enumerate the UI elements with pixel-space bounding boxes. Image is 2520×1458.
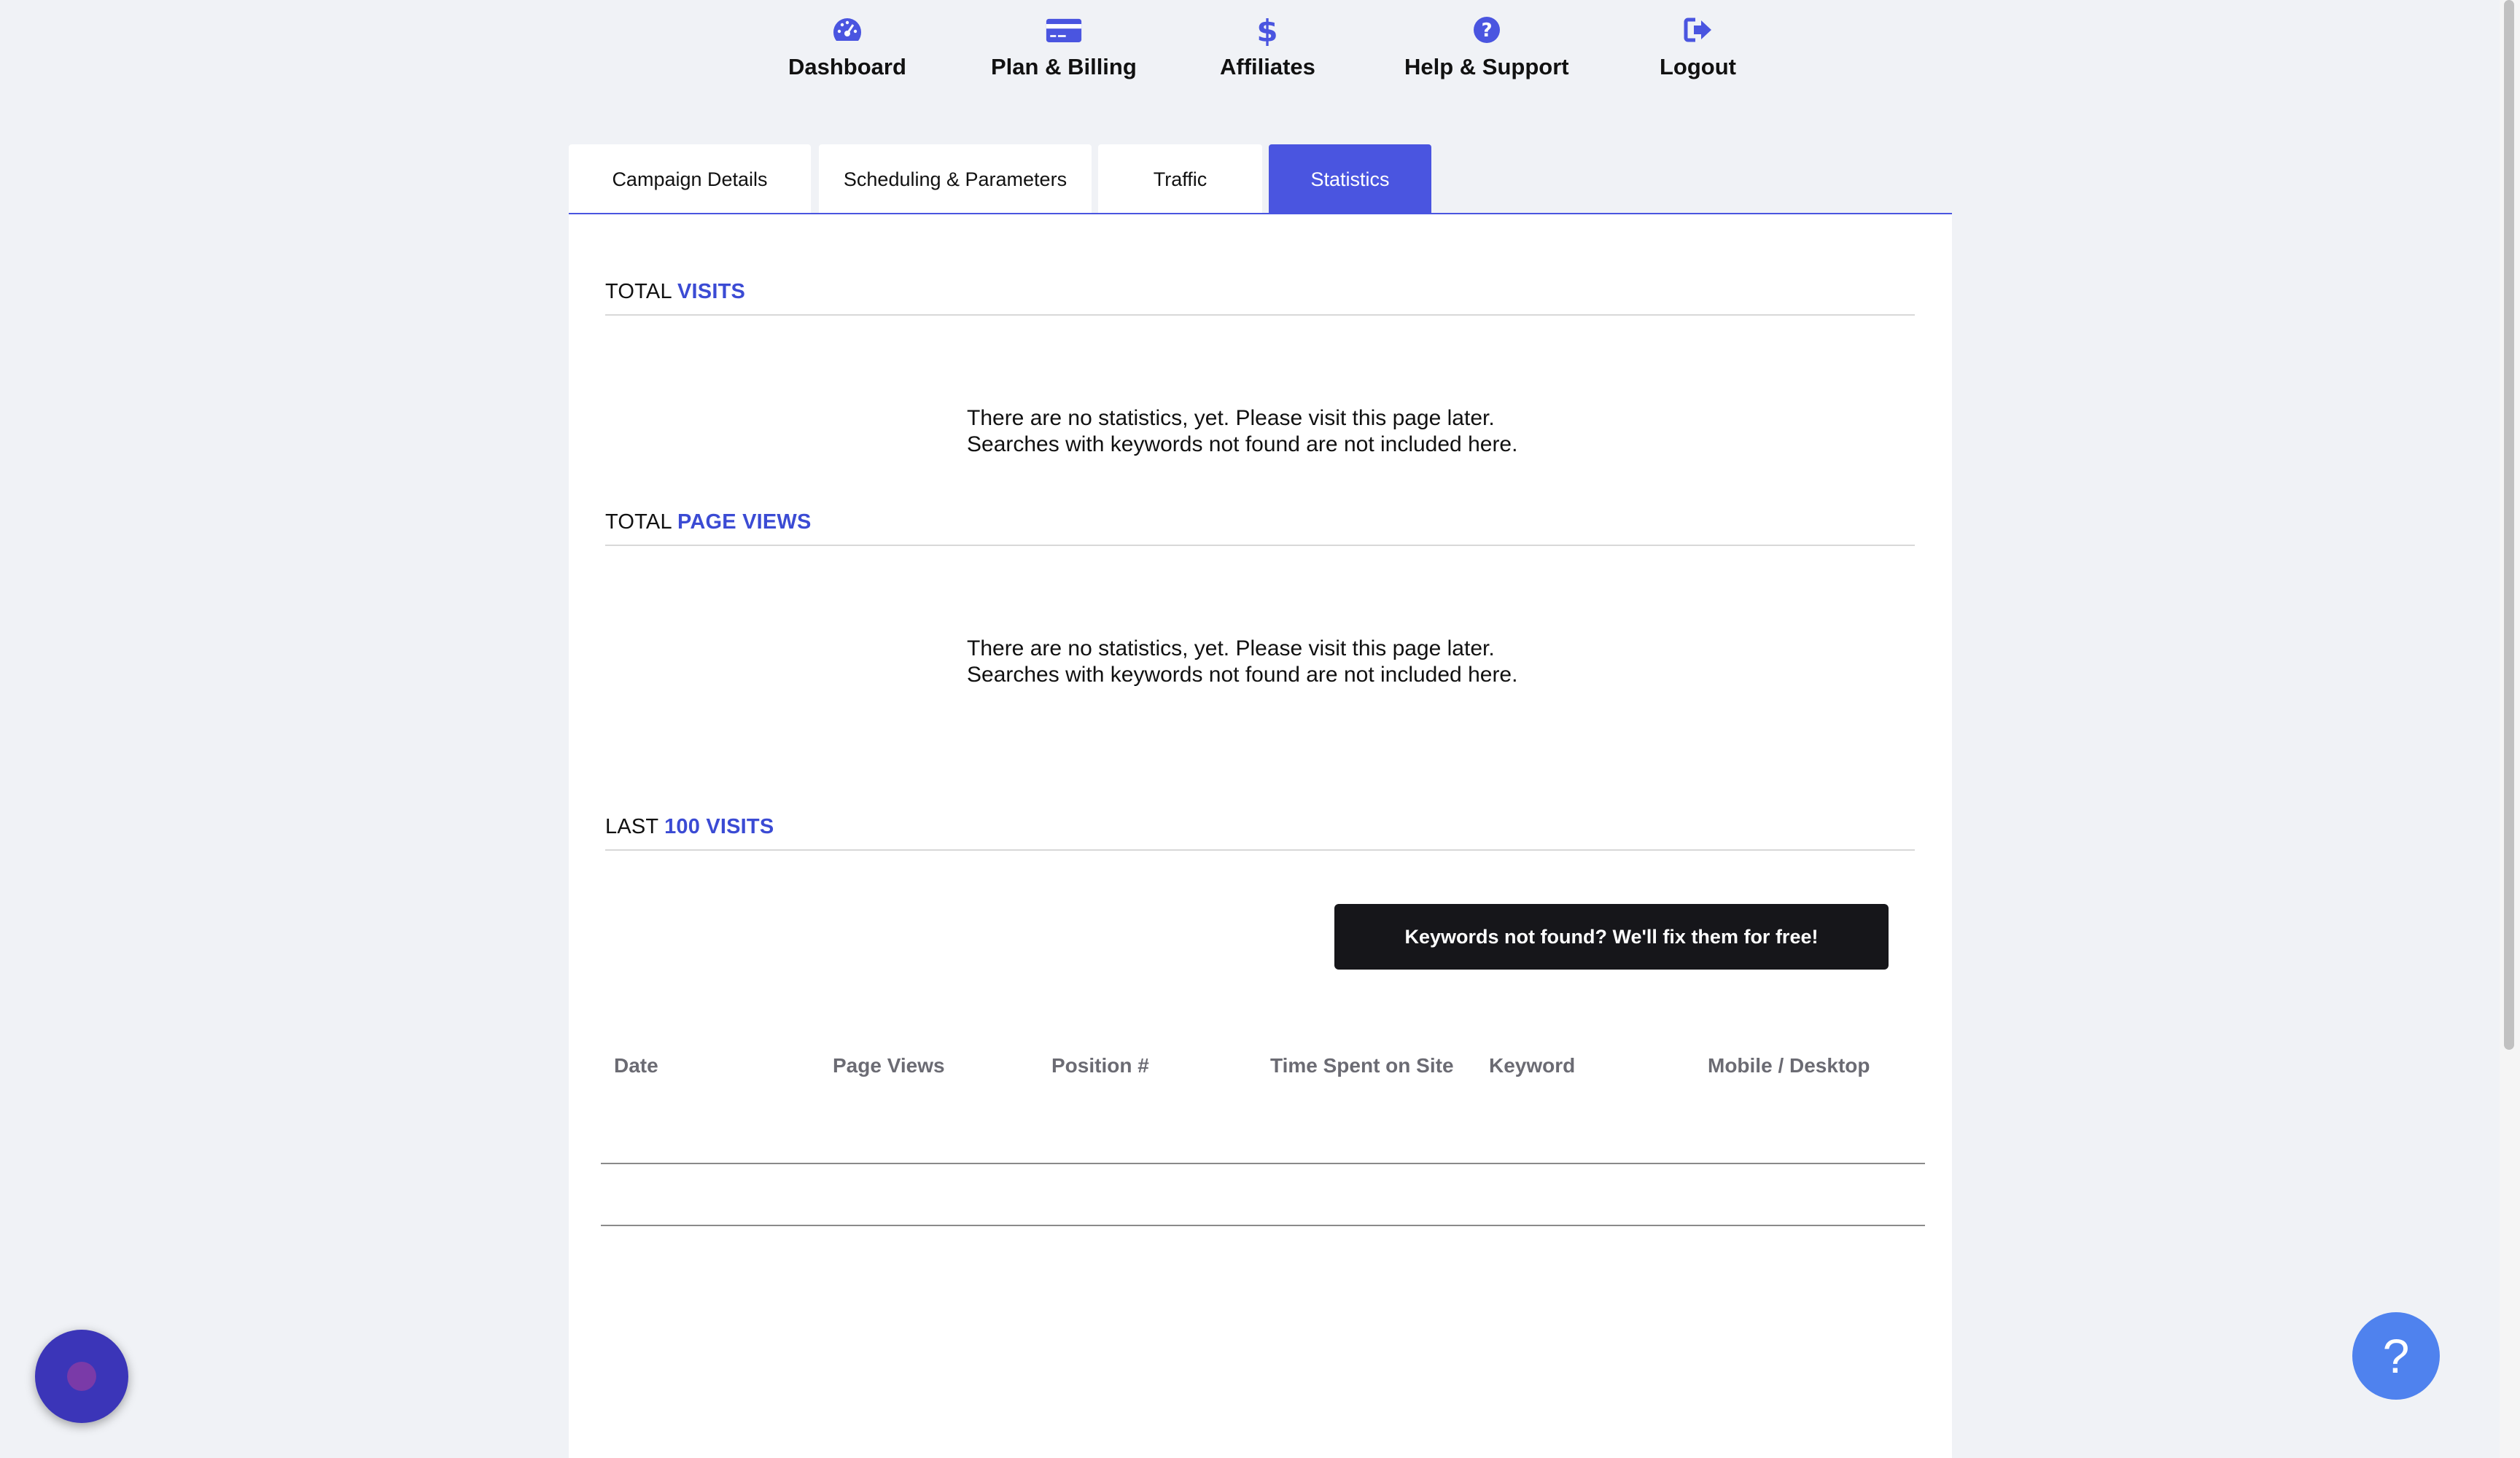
svg-text:?: ? [1481, 20, 1492, 42]
tab-campaign-details[interactable]: Campaign Details [569, 144, 811, 214]
total-page-views-title: TOTAL PAGE VIEWS [605, 510, 812, 534]
empty-message-line-1: There are no statistics, yet. Please vis… [967, 636, 1495, 660]
last-visits-prefix: LAST [605, 815, 658, 838]
nav-logout[interactable]: Logout [1660, 12, 1736, 80]
nav-plan-billing-label: Plan & Billing [991, 54, 1137, 79]
last-visits-accent: 100 VISITS [664, 815, 774, 838]
chat-launcher-icon [67, 1362, 96, 1391]
total-page-views-prefix: TOTAL [605, 510, 672, 534]
chat-launcher-button[interactable] [35, 1330, 128, 1423]
total-visits-prefix: TOTAL [605, 280, 672, 303]
empty-message-line-2: Searches with keywords not found are not… [967, 663, 1518, 687]
question-circle-icon: ? [1469, 12, 1505, 48]
empty-message-line-1: There are no statistics, yet. Please vis… [967, 406, 1495, 430]
table-row-divider [601, 1225, 1925, 1226]
nav-logout-label: Logout [1660, 54, 1737, 79]
total-page-views-accent: PAGE VIEWS [677, 510, 812, 534]
dollar-icon: $ [1249, 12, 1286, 48]
total-visits-title: TOTAL VISITS [605, 280, 745, 304]
divider [605, 545, 1915, 546]
svg-text:$: $ [1257, 14, 1278, 46]
statistics-panel: TOTAL VISITS There are no statistics, ye… [569, 213, 1952, 1458]
tab-statistics[interactable]: Statistics [1269, 144, 1431, 214]
nav-plan-billing[interactable]: Plan & Billing [991, 12, 1137, 80]
help-button[interactable]: ? [2352, 1312, 2440, 1400]
gauge-icon [829, 12, 866, 48]
total-visits-empty-message: There are no statistics, yet. Please vis… [967, 405, 1517, 458]
top-navigation: Dashboard Plan & Billing $ Affiliates ? … [0, 0, 2520, 95]
nav-dashboard-label: Dashboard [788, 54, 906, 79]
nav-dashboard[interactable]: Dashboard [788, 12, 906, 80]
total-page-views-empty-message: There are no statistics, yet. Please vis… [967, 636, 1517, 688]
nav-affiliates-label: Affiliates [1220, 54, 1315, 79]
nav-affiliates[interactable]: $ Affiliates [1220, 12, 1315, 80]
column-header-time-spent[interactable]: Time Spent on Site [1270, 1054, 1454, 1077]
nav-help-support[interactable]: ? Help & Support [1404, 12, 1569, 80]
empty-message-line-2: Searches with keywords not found are not… [967, 432, 1518, 456]
page-scrollbar-thumb[interactable] [2504, 0, 2514, 1050]
divider [605, 314, 1915, 316]
column-header-page-views[interactable]: Page Views [833, 1054, 945, 1077]
tab-scheduling-parameters[interactable]: Scheduling & Parameters [819, 144, 1092, 214]
column-header-mobile-desktop[interactable]: Mobile / Desktop [1708, 1054, 1870, 1077]
total-visits-accent: VISITS [677, 280, 746, 303]
credit-card-icon [1046, 12, 1082, 48]
divider [605, 849, 1915, 851]
column-header-position[interactable]: Position # [1051, 1054, 1149, 1077]
tab-traffic[interactable]: Traffic [1098, 144, 1262, 214]
last-visits-title: LAST 100 VISITS [605, 815, 774, 839]
logout-icon [1680, 12, 1716, 48]
column-header-keyword[interactable]: Keyword [1489, 1054, 1575, 1077]
column-header-date[interactable]: Date [614, 1054, 658, 1077]
table-header-divider [601, 1163, 1925, 1164]
keywords-fix-button[interactable]: Keywords not found? We'll fix them for f… [1334, 904, 1889, 970]
nav-help-support-label: Help & Support [1404, 54, 1569, 79]
